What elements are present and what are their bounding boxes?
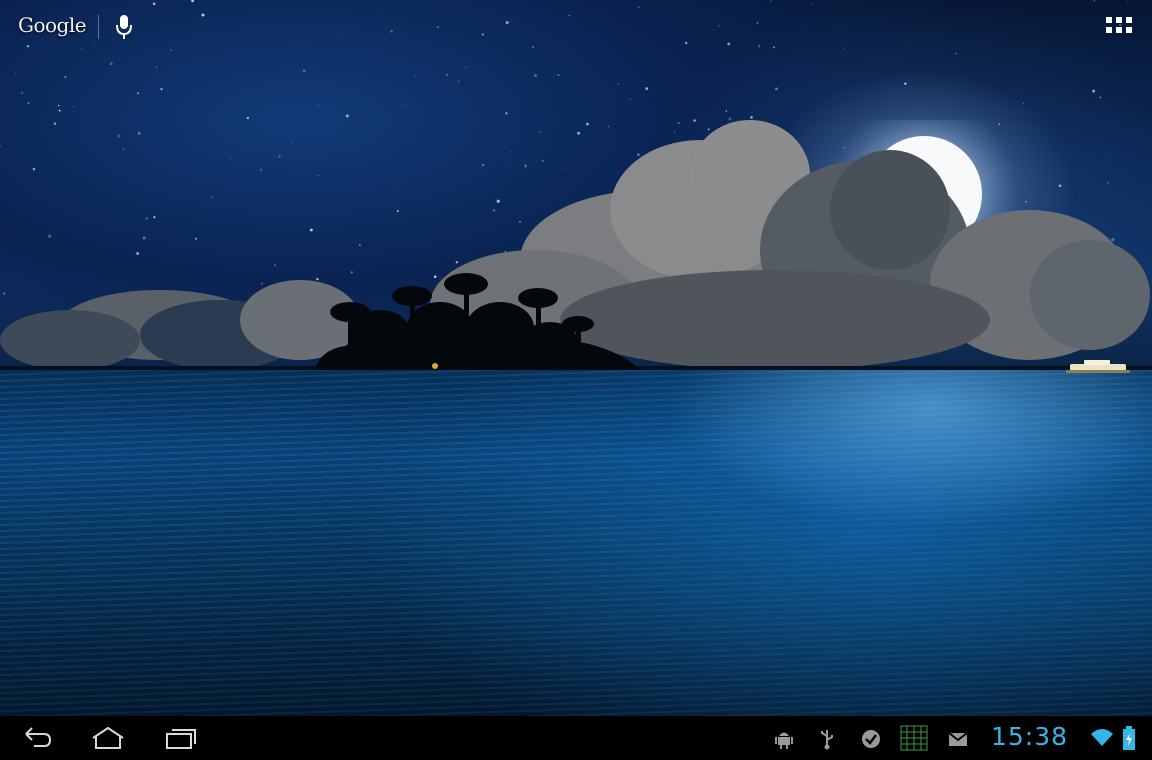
android-debug-icon: [775, 732, 793, 749]
ship: [1066, 360, 1130, 373]
gmail-icon: [948, 732, 968, 746]
back-button[interactable]: [20, 724, 54, 752]
clock[interactable]: 15:38: [991, 722, 1068, 751]
home-button[interactable]: [90, 724, 126, 752]
wifi-icon: [1091, 729, 1113, 746]
search-divider: [98, 15, 99, 39]
wallpaper: [0, 0, 1152, 716]
google-search-label[interactable]: Google: [18, 13, 87, 37]
check-icon: [862, 730, 880, 748]
microphone-icon[interactable]: [114, 13, 134, 41]
all-apps-icon[interactable]: [1106, 17, 1132, 37]
recent-apps-button[interactable]: [163, 724, 199, 752]
usb-icon: [821, 730, 833, 750]
grid-widget-icon: [900, 725, 928, 751]
battery-icon: [1123, 726, 1135, 750]
sea: [0, 368, 1152, 716]
system-bar: 15:38: [0, 716, 1152, 760]
palm-island: [315, 273, 640, 370]
